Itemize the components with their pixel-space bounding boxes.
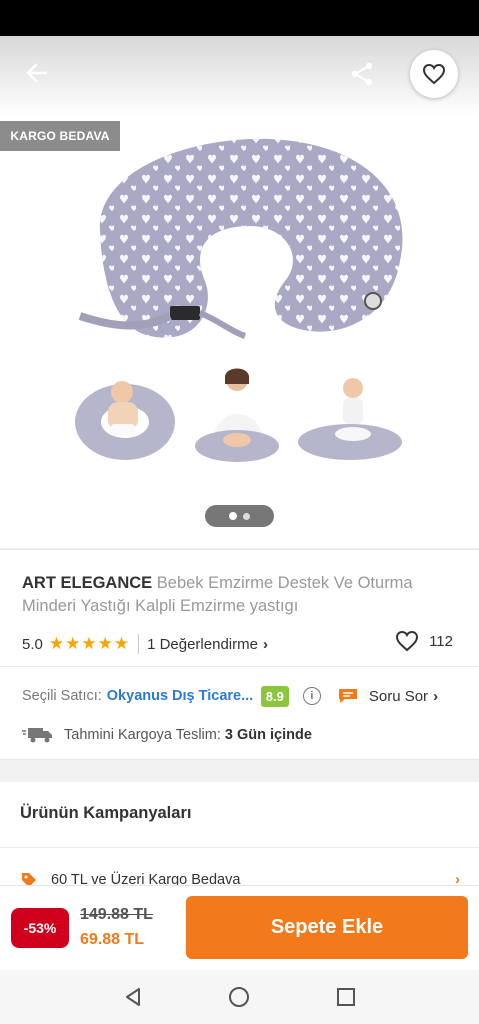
arrow-left-icon xyxy=(26,63,48,83)
nav-back-icon[interactable] xyxy=(122,986,144,1008)
back-button[interactable] xyxy=(20,56,54,90)
pager-dot xyxy=(243,512,250,520)
product-title: ART ELEGANCE Bebek Emzirme Destek Ve Otu… xyxy=(22,572,462,618)
heart-icon xyxy=(396,630,419,652)
product-gallery[interactable]: KARGO BEDAVA xyxy=(0,36,479,548)
shipping-row: Tahmini Kargoya Teslim: 3 Gün içinde xyxy=(22,723,462,747)
nav-recents-icon[interactable] xyxy=(335,986,357,1008)
chevron-right-icon: › xyxy=(262,635,268,653)
product-brand[interactable]: ART ELEGANCE xyxy=(22,574,152,592)
seller-name-link[interactable]: Okyanus Dış Ticare... xyxy=(107,688,257,704)
discount-badge: -53% xyxy=(11,908,69,948)
gallery-pager[interactable] xyxy=(205,505,274,527)
rating-score: 5.0 xyxy=(22,635,43,653)
seller-label: Seçili Satıcı: xyxy=(22,688,102,704)
rating-stars: ★★★★★ xyxy=(48,634,131,653)
rating-separator xyxy=(138,634,140,654)
thumbnail-mother-nursing[interactable] xyxy=(185,364,295,464)
share-button[interactable] xyxy=(344,56,380,92)
likes-count: 112 xyxy=(429,632,453,650)
share-icon xyxy=(351,62,373,86)
seller-row: Seçili Satıcı: Okyanus Dış Ticare... 8.9… xyxy=(22,683,462,709)
add-to-cart-bar: -53% 149.88 TL 69.88 TL Sepete Ekle xyxy=(0,885,479,970)
current-price: 69.88 TL xyxy=(80,931,145,948)
favorite-button[interactable] xyxy=(410,50,458,98)
old-price: 149.88 TL xyxy=(80,906,153,923)
seller-score-badge: 8.9 xyxy=(260,685,289,707)
campaigns-section: Ürünün Kampanyaları 60 TL ve Üzeri Kargo… xyxy=(0,782,479,892)
campaigns-title: Ürünün Kampanyaları xyxy=(20,804,192,822)
system-nav-bar xyxy=(0,970,479,1024)
gallery-top-fade xyxy=(0,36,479,116)
ask-question-button[interactable]: Soru Sor › xyxy=(337,687,438,705)
status-bar xyxy=(0,0,479,36)
info-icon[interactable]: i xyxy=(302,687,321,705)
favorites-count[interactable]: 112 xyxy=(395,630,453,652)
thumbnail-baby-sitting[interactable] xyxy=(295,364,405,464)
add-to-cart-button[interactable]: Sepete Ekle xyxy=(186,896,468,959)
divider xyxy=(0,847,479,848)
reviews-link[interactable]: 1 Değerlendirme xyxy=(147,636,258,653)
chevron-right-icon: › xyxy=(433,687,439,705)
ask-question-label: Soru Sor xyxy=(368,687,429,705)
chat-bubble-icon xyxy=(338,689,357,703)
divider xyxy=(0,666,479,667)
pager-dot-active xyxy=(229,512,237,520)
free-shipping-badge: KARGO BEDAVA xyxy=(0,121,120,151)
shipping-days: 3 Gün içinde xyxy=(224,727,312,743)
shipping-label: Tahmini Kargoya Teslim: xyxy=(64,727,221,743)
nav-home-icon[interactable] xyxy=(227,985,251,1009)
thumbnail-baby-lying[interactable] xyxy=(70,364,180,464)
heart-icon xyxy=(422,63,446,85)
product-image xyxy=(78,138,403,339)
product-info: ART ELEGANCE Bebek Emzirme Destek Ve Otu… xyxy=(0,549,479,760)
truck-icon xyxy=(22,728,52,743)
